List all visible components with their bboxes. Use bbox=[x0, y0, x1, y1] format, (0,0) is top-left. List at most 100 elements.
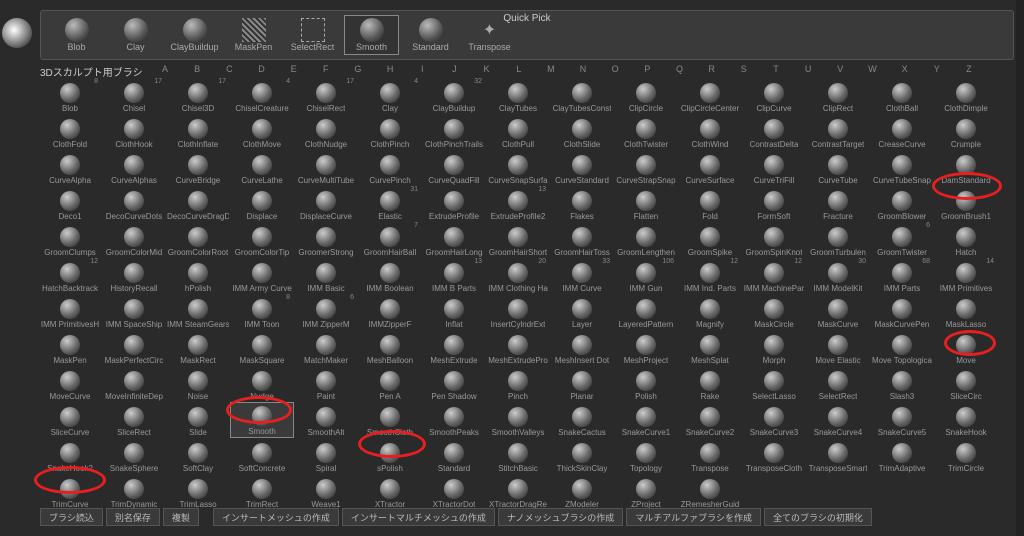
brush-trimcurve[interactable]: TrimCurve bbox=[38, 474, 102, 510]
brush-groomblower[interactable]: GroomBlower bbox=[870, 186, 934, 222]
brush-slash3[interactable]: Slash3 bbox=[870, 366, 934, 402]
brush-clothpull[interactable]: ClothPull bbox=[486, 114, 550, 150]
brush-curvesnapsurfa[interactable]: CurveSnapSurfa bbox=[486, 150, 550, 186]
brush-meshinsert-dot[interactable]: MeshInsert Dot bbox=[550, 330, 614, 366]
brush-clothfold[interactable]: ClothFold bbox=[38, 114, 102, 150]
brush-imm-boolean[interactable]: IMM Boolean bbox=[358, 258, 422, 294]
brush-clipcirclecenter[interactable]: ClipCircleCenter bbox=[678, 78, 742, 114]
brush-trimadaptive[interactable]: TrimAdaptive bbox=[870, 438, 934, 474]
brush-curvealpha[interactable]: CurveAlpha bbox=[38, 150, 102, 186]
alpha-v[interactable]: V bbox=[825, 64, 855, 74]
brush-claybuildup[interactable]: ClayBuildup32 bbox=[422, 78, 486, 114]
brush-claytubesconst[interactable]: ClayTubesConst bbox=[550, 78, 614, 114]
brush-smoothcloth[interactable]: SmoothCloth bbox=[358, 402, 422, 438]
brush-clothtwister[interactable]: ClothTwister bbox=[614, 114, 678, 150]
brush-hpolish[interactable]: hPolish bbox=[166, 258, 230, 294]
brush-smooth[interactable]: Smooth bbox=[230, 402, 294, 438]
brush-xtractor[interactable]: XTractor bbox=[358, 474, 422, 510]
alpha-t[interactable]: T bbox=[761, 64, 791, 74]
brush-clay[interactable]: Clay4 bbox=[358, 78, 422, 114]
brush-extrudeprofile[interactable]: ExtrudeProfile bbox=[422, 186, 486, 222]
alpha-k[interactable]: K bbox=[472, 64, 502, 74]
brush-imm-toon[interactable]: IMM Toon8 bbox=[230, 294, 294, 330]
brush-meshsplat[interactable]: MeshSplat bbox=[678, 330, 742, 366]
brush-xtractordragre[interactable]: XTractorDragRe bbox=[486, 474, 550, 510]
brush-inflat[interactable]: Inflat bbox=[422, 294, 486, 330]
brush-maskcurvepen[interactable]: MaskCurvePen bbox=[870, 294, 934, 330]
alpha-q[interactable]: Q bbox=[665, 64, 695, 74]
brush-meshballoon[interactable]: MeshBalloon bbox=[358, 330, 422, 366]
alphabet-filter[interactable]: ABCDEFGHIJKLMNOPQRSTUVWXYZ bbox=[150, 64, 984, 74]
brush-clipcircle[interactable]: ClipCircle bbox=[614, 78, 678, 114]
brush-trimlasso[interactable]: TrimLasso bbox=[166, 474, 230, 510]
alpha-o[interactable]: O bbox=[600, 64, 630, 74]
brush-curvebridge[interactable]: CurveBridge bbox=[166, 150, 230, 186]
brush-selectlasso[interactable]: SelectLasso bbox=[742, 366, 806, 402]
brush-morph[interactable]: Morph bbox=[742, 330, 806, 366]
brush-planar[interactable]: Planar bbox=[550, 366, 614, 402]
alpha-u[interactable]: U bbox=[793, 64, 823, 74]
brush-blob[interactable]: Blob8 bbox=[38, 78, 102, 114]
brush-curvestandard[interactable]: CurveStandard bbox=[550, 150, 614, 186]
brush-slicerect[interactable]: SliceRect bbox=[102, 402, 166, 438]
brush-curvemultitube[interactable]: CurveMultiTube bbox=[294, 150, 358, 186]
alpha-a[interactable]: A bbox=[150, 64, 180, 74]
brush-groomcolorroot[interactable]: GroomColorRoot bbox=[166, 222, 230, 258]
brush-layeredpattern[interactable]: LayeredPattern bbox=[614, 294, 678, 330]
brush-movecurve[interactable]: MoveCurve bbox=[38, 366, 102, 402]
brush-fracture[interactable]: Fracture bbox=[806, 186, 870, 222]
brush-slicecurve[interactable]: SliceCurve bbox=[38, 402, 102, 438]
alpha-x[interactable]: X bbox=[890, 64, 920, 74]
brush-curvetrifill[interactable]: CurveTriFill bbox=[742, 150, 806, 186]
footer-button-5[interactable]: ナノメッシュブラシの作成 bbox=[498, 508, 623, 526]
brush-damstandard[interactable]: DamStandard bbox=[934, 150, 998, 186]
brush-snakecurve5[interactable]: SnakeCurve5 bbox=[870, 402, 934, 438]
brush-elastic[interactable]: Elastic31 bbox=[358, 186, 422, 222]
brush-slide[interactable]: Slide bbox=[166, 402, 230, 438]
brush-maskperfectcirc[interactable]: MaskPerfectCirc bbox=[102, 330, 166, 366]
brush-clothpinchtrails[interactable]: ClothPinchTrails bbox=[422, 114, 486, 150]
alpha-l[interactable]: L bbox=[504, 64, 534, 74]
brush-deco1[interactable]: Deco1 bbox=[38, 186, 102, 222]
quick-pick-selectrect[interactable]: SelectRect bbox=[285, 15, 340, 55]
brush-clipcurve[interactable]: ClipCurve bbox=[742, 78, 806, 114]
footer-button-4[interactable]: インサートマルチメッシュの作成 bbox=[342, 508, 495, 526]
brush-snakecurve1[interactable]: SnakeCurve1 bbox=[614, 402, 678, 438]
brush-hatch[interactable]: Hatch bbox=[934, 222, 998, 258]
alpha-b[interactable]: B bbox=[182, 64, 212, 74]
footer-button-0[interactable]: ブラシ読込 bbox=[40, 508, 103, 526]
brush-transposecloth[interactable]: TransposeCloth bbox=[742, 438, 806, 474]
brush-imm-ind.-parts[interactable]: IMM Ind. Parts12 bbox=[678, 258, 742, 294]
brush-transposesmart[interactable]: TransposeSmart bbox=[806, 438, 870, 474]
alpha-r[interactable]: R bbox=[697, 64, 727, 74]
brush-selectrect[interactable]: SelectRect bbox=[806, 366, 870, 402]
quick-pick-maskpen[interactable]: MaskPen bbox=[226, 15, 281, 55]
quick-pick-blob[interactable]: Blob bbox=[49, 15, 104, 55]
brush-zremesherguid[interactable]: ZRemesherGuid bbox=[678, 474, 742, 510]
brush-displace[interactable]: Displace bbox=[230, 186, 294, 222]
brush-groomerstrong[interactable]: GroomerStrong bbox=[294, 222, 358, 258]
brush-softconcrete[interactable]: SoftConcrete bbox=[230, 438, 294, 474]
brush-cliprect[interactable]: ClipRect bbox=[806, 78, 870, 114]
brush-snakecurve2[interactable]: SnakeCurve2 bbox=[678, 402, 742, 438]
brush-groomclumps[interactable]: GroomClumps bbox=[38, 222, 102, 258]
brush-flatten[interactable]: Flatten bbox=[614, 186, 678, 222]
alpha-s[interactable]: S bbox=[729, 64, 759, 74]
brush-fold[interactable]: Fold bbox=[678, 186, 742, 222]
footer-button-6[interactable]: マルチアルファブラシを作成 bbox=[626, 508, 761, 526]
brush-imm-primitives[interactable]: IMM Primitives14 bbox=[934, 258, 998, 294]
brush-transpose[interactable]: Transpose bbox=[678, 438, 742, 474]
brush-trimdynamic[interactable]: TrimDynamic bbox=[102, 474, 166, 510]
brush-displacecurve[interactable]: DisplaceCurve bbox=[294, 186, 358, 222]
brush-groomtwister[interactable]: GroomTwister6 bbox=[870, 222, 934, 258]
brush-zmodeler[interactable]: ZModeler bbox=[550, 474, 614, 510]
brush-weave1[interactable]: Weave1 bbox=[294, 474, 358, 510]
brush-curvequadfill[interactable]: CurveQuadFill bbox=[422, 150, 486, 186]
footer-button-2[interactable]: 複製 bbox=[163, 508, 199, 526]
brush-insertcylndrext[interactable]: InsertCylndrExt bbox=[486, 294, 550, 330]
brush-curvestrapsnap[interactable]: CurveStrapSnap bbox=[614, 150, 678, 186]
footer-button-3[interactable]: インサートメッシュの作成 bbox=[213, 508, 339, 526]
brush-maskcircle[interactable]: MaskCircle bbox=[742, 294, 806, 330]
brush-clothball[interactable]: ClothBall bbox=[870, 78, 934, 114]
brush-clothmove[interactable]: ClothMove bbox=[230, 114, 294, 150]
